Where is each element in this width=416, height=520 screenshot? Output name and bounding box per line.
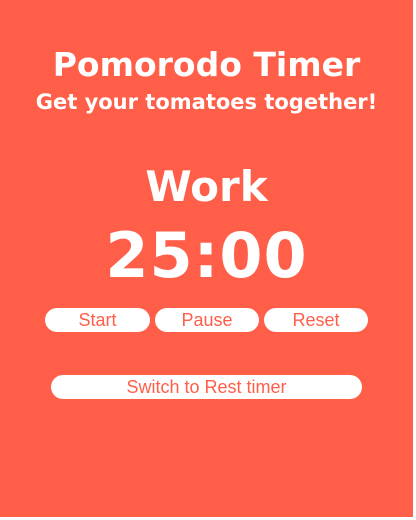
pause-button[interactable]: Pause [155, 308, 259, 332]
app-subtitle: Get your tomatoes together! [35, 90, 378, 114]
timer-display: 25:00 [105, 219, 308, 292]
start-button[interactable]: Start [45, 308, 150, 332]
pomodoro-app: Pomorodo Timer Get your tomatoes togethe… [0, 0, 413, 517]
app-title: Pomorodo Timer [52, 45, 361, 84]
switch-timer-button[interactable]: Switch to Rest timer [51, 375, 362, 399]
reset-button[interactable]: Reset [264, 308, 368, 332]
timer-mode-label: Work [145, 162, 268, 211]
